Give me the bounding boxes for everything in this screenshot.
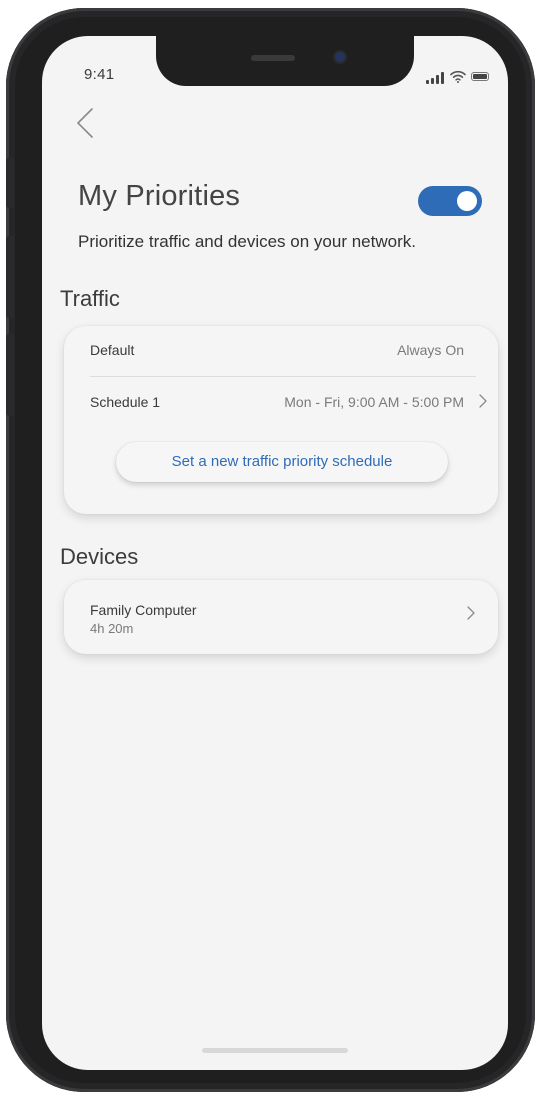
volume-up-button [6,236,14,318]
traffic-section-label: Traffic [60,286,120,311]
chevron-right-icon [467,606,475,620]
phone-frame: 9:41 My Priorities Prioritize traffic an… [6,8,535,1092]
chevron-left-icon [77,108,93,138]
traffic-card: Default Always On Schedule 1 Mon - Fri, … [64,326,498,514]
divider [90,376,476,377]
page-title: My Priorities [78,180,241,212]
traffic-row-default[interactable]: Default Always On [90,342,474,366]
battery-icon [471,72,489,81]
page-subtitle: Prioritize traffic and devices on your n… [78,232,416,251]
devices-card: Family Computer 4h 20m [64,580,498,654]
notch [156,36,414,86]
screen: 9:41 My Priorities Prioritize traffic an… [42,36,508,1070]
front-camera [335,52,345,62]
traffic-row-value: Always On [397,342,464,358]
volume-down-button [6,334,14,416]
toggle-knob [457,191,477,211]
speaker [251,55,295,61]
device-duration: 4h 20m [90,621,134,636]
home-indicator [202,1048,348,1053]
traffic-row-value: Mon - Fri, 9:00 AM - 5:00 PM [284,394,464,410]
device-name: Family Computer [90,602,197,618]
back-button[interactable] [72,106,98,140]
status-time: 9:41 [84,66,115,83]
mute-switch [6,158,14,208]
traffic-row-label: Schedule 1 [90,394,161,410]
traffic-row-label: Default [90,342,135,358]
signal-icon [426,72,446,84]
traffic-row-schedule-1[interactable]: Schedule 1 Mon - Fri, 9:00 AM - 5:00 PM [90,394,487,418]
chevron-right-icon [479,394,487,408]
wifi-icon [450,70,466,83]
new-schedule-button[interactable]: Set a new traffic priority schedule [116,442,448,482]
devices-section-label: Devices [60,544,139,569]
device-row-family-computer[interactable]: Family Computer 4h 20m [90,602,475,646]
priorities-toggle[interactable] [418,186,482,216]
status-icons [426,70,496,84]
